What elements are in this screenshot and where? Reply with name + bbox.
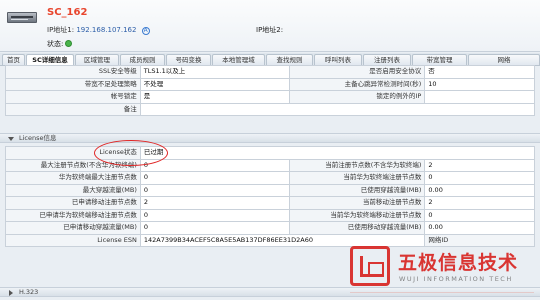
table-row: 华为软终端最大注册节点数 0 当前华为软终端注册节点数 0 <box>5 171 535 185</box>
current-registration-value: 2 <box>424 158 535 172</box>
used-traversal-value: 0.00 <box>424 183 535 197</box>
heartbeat-value: 10 <box>424 77 535 91</box>
watermark-logo: 五极信息技术 WUJI INFORMATION TECH <box>350 246 535 296</box>
current-softclient-value: 0 <box>424 171 535 185</box>
remark-label: 备注 <box>5 102 141 116</box>
bandwidth-policy-value: 不处理 <box>139 77 291 91</box>
highlight-circle <box>94 140 168 166</box>
mobile-softclient-label: 已申请华为软终端移动注册节点数 <box>5 208 141 222</box>
table-row: 已申请移动注册节点数 2 当前移动注册节点数 2 <box>5 196 535 210</box>
ip1-value: 192.168.107.162 <box>76 26 137 34</box>
table-row: 帐号锁定 是 锁定的例外的IP <box>5 90 535 104</box>
top-info-table: SSL安全等级 TLS1.1以及上 是否启用安全协议 否 带宽不足处理策略 不处… <box>5 65 536 116</box>
max-registration-value: 0 <box>139 158 291 172</box>
license-esn-label: License ESN <box>5 233 141 247</box>
watermark-divider <box>350 292 534 293</box>
current-registration-label: 当前注册节点数(不含华为软终端) <box>289 158 426 172</box>
used-mobile-traversal-value: 0.00 <box>424 221 535 235</box>
table-row: SSL安全等级 TLS1.1以及上 是否启用安全协议 否 <box>5 65 535 79</box>
device-header: SC_162 IP地址1: 192.168.107.162 A IP地址2: 状… <box>0 0 540 52</box>
table-row: 最大穿越流量(MB) 0 已使用穿越流量(MB) 0.00 <box>5 183 535 197</box>
table-row: License状态 已过期 <box>5 146 536 160</box>
current-mobile-registration-value: 2 <box>424 196 535 210</box>
watermark-text-cn: 五极信息技术 <box>398 252 519 274</box>
license-esn-value: 142A7399B34ACEF5C8A5E5AB137DF86EE31D2A60 <box>139 233 426 247</box>
device-icon <box>7 12 37 23</box>
current-mobile-registration-label: 当前移动注册节点数 <box>289 196 426 210</box>
watermark-text-en: WUJI INFORMATION TECH <box>399 275 513 283</box>
exempt-ip-value <box>424 90 535 104</box>
info-circle-icon[interactable]: A <box>141 27 150 35</box>
network-id-label: 网络ID <box>424 233 535 247</box>
ip2-label: IP地址2: <box>256 26 284 34</box>
green-dot-icon <box>65 40 73 47</box>
max-softclient-value: 0 <box>139 171 291 185</box>
max-traversal-value: 0 <box>139 183 291 197</box>
license-section-title: License信息 <box>19 134 57 142</box>
security-protocol-value: 否 <box>424 65 535 79</box>
used-mobile-traversal-label: 已使用移动穿越流量(MB) <box>289 221 426 235</box>
mobile-registration-value: 2 <box>139 196 291 210</box>
max-traversal-label: 最大穿越流量(MB) <box>5 183 141 197</box>
table-row: 带宽不足处理策略 不处理 主备心跳异常检测时间(秒) 10 <box>5 77 535 91</box>
mobile-softclient-value: 0 <box>139 208 291 222</box>
security-protocol-label: 是否启用安全协议 <box>289 65 426 79</box>
device-name: SC_162 <box>47 7 88 18</box>
current-mobile-softclient-label: 当前华为软终端移动注册节点数 <box>289 208 426 222</box>
account-lock-label: 帐号锁定 <box>5 90 141 104</box>
table-row: 最大注册节点数(不含华为软终端) 0 当前注册节点数(不含华为软终端) 2 <box>5 158 535 172</box>
mobile-registration-label: 已申请移动注册节点数 <box>5 196 141 210</box>
expand-arrow-icon[interactable] <box>8 137 14 141</box>
max-softclient-label: 华为软终端最大注册节点数 <box>5 171 141 185</box>
license-status-value: 已过期 <box>139 146 536 160</box>
table-row: 备注 <box>5 102 536 116</box>
current-mobile-softclient-value: 0 <box>424 208 535 222</box>
bandwidth-policy-label: 带宽不足处理策略 <box>5 77 141 91</box>
ip1-label: IP地址1: <box>47 26 75 34</box>
ssl-level-value: TLS1.1以及上 <box>139 65 291 79</box>
mobile-traversal-label: 已申请移动穿越流量(MB) <box>5 221 141 235</box>
wuji-logo-icon <box>350 246 390 286</box>
status-label: 状态: <box>47 40 64 48</box>
account-lock-value: 是 <box>139 90 291 104</box>
remark-value <box>139 102 536 116</box>
used-traversal-label: 已使用穿越流量(MB) <box>289 183 426 197</box>
table-row: 已申请移动穿越流量(MB) 0 已使用移动穿越流量(MB) 0.00 <box>5 221 535 235</box>
table-row: 已申请华为软终端移动注册节点数 0 当前华为软终端移动注册节点数 0 <box>5 208 535 222</box>
mobile-traversal-value: 0 <box>139 221 291 235</box>
heartbeat-label: 主备心跳异常检测时间(秒) <box>289 77 426 91</box>
table-row: License ESN 142A7399B34ACEF5C8A5E5AB137D… <box>5 233 535 247</box>
exempt-ip-label: 锁定的例外的IP <box>289 90 426 104</box>
current-softclient-label: 当前华为软终端注册节点数 <box>289 171 426 185</box>
status-row: 状态: <box>47 39 73 49</box>
h323-section-title: H.323 <box>19 288 39 296</box>
ssl-level-label: SSL安全等级 <box>5 65 141 79</box>
license-section-header[interactable]: License信息 <box>0 133 540 143</box>
license-table: License状态 已过期 最大注册节点数(不含华为软终端) 0 当前注册节点数… <box>5 146 536 247</box>
collapse-arrow-icon[interactable] <box>9 290 16 296</box>
ip1-row: IP地址1: 192.168.107.162 A <box>47 25 150 35</box>
